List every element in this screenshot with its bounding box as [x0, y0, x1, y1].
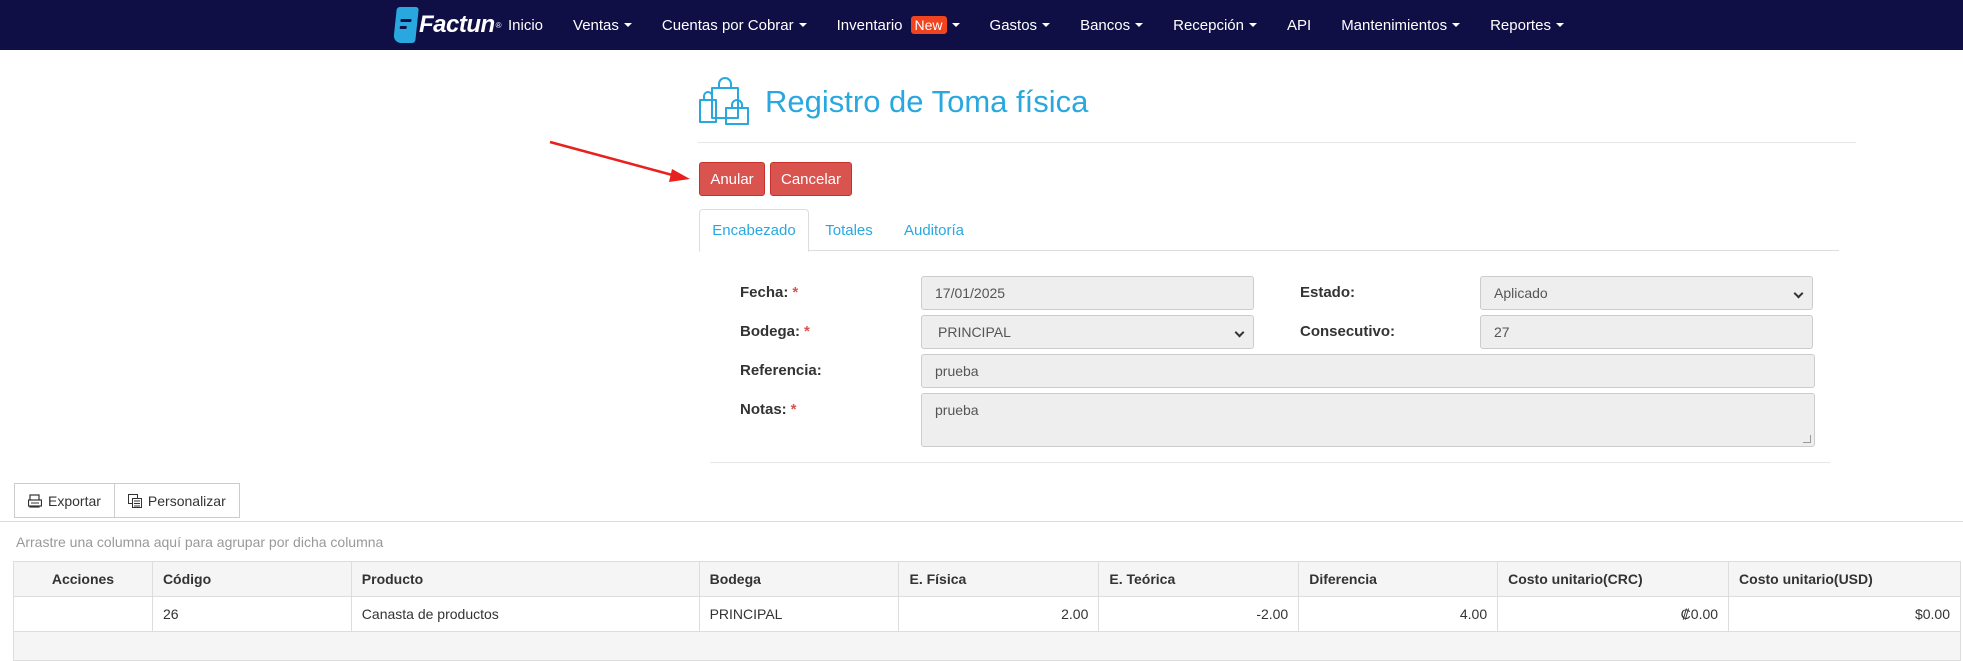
column-header-e-teorica[interactable]: E. Teórica: [1098, 561, 1300, 597]
nav-item-bancos[interactable]: Bancos: [1080, 17, 1144, 34]
caret-down-icon: [623, 23, 632, 27]
fecha-field[interactable]: 17/01/2025: [921, 276, 1254, 310]
column-header-acciones[interactable]: Acciones: [13, 561, 153, 597]
estado-select[interactable]: Aplicado: [1480, 276, 1813, 310]
tab-totales[interactable]: Totales: [811, 209, 887, 251]
nav-item-api[interactable]: API: [1287, 17, 1311, 34]
tab-encabezado[interactable]: Encabezado: [699, 209, 809, 252]
estado-label: Estado:: [1300, 284, 1356, 301]
chevron-down-icon: [1793, 288, 1804, 299]
brand-registered-mark: ®: [495, 20, 502, 30]
personalizar-button[interactable]: Personalizar: [114, 483, 240, 518]
tab-auditoria[interactable]: Auditoría: [889, 209, 979, 251]
cell-e-teorica: -2.00: [1098, 596, 1300, 632]
cell-codigo: 26: [151, 596, 352, 632]
column-header-bodega[interactable]: Bodega: [698, 561, 900, 597]
caret-down-icon: [1042, 23, 1051, 27]
cell-bodega: PRINCIPAL: [698, 596, 900, 632]
fecha-label: Fecha: *: [740, 284, 799, 301]
group-by-hint: Arrastre una columna aquí para agrupar p…: [16, 534, 384, 550]
nav-item-inventario[interactable]: Inventario New: [837, 16, 960, 34]
cancelar-button[interactable]: Cancelar: [770, 162, 852, 196]
chevron-down-icon: [1234, 327, 1245, 338]
caret-down-icon: [1135, 23, 1144, 27]
column-header-codigo[interactable]: Código: [151, 561, 352, 597]
brand-logo[interactable]: Factun ®: [393, 7, 502, 43]
caret-down-icon: [798, 23, 807, 27]
nav-item-cuentas-por-cobrar[interactable]: Cuentas por Cobrar: [662, 17, 807, 34]
cell-costo-crc: ₡0.00: [1497, 596, 1730, 632]
cell-diferencia: 4.00: [1298, 596, 1499, 632]
nav-item-ventas[interactable]: Ventas: [573, 17, 632, 34]
nav-item-inicio[interactable]: Inicio: [508, 17, 543, 34]
consecutivo-label: Consecutivo:: [1300, 323, 1396, 340]
required-marker: *: [792, 284, 799, 301]
column-header-diferencia[interactable]: Diferencia: [1298, 561, 1499, 597]
cell-costo-usd: $0.00: [1728, 596, 1961, 632]
resize-handle-icon[interactable]: [1803, 435, 1811, 443]
grid-footer: [13, 632, 1961, 661]
new-badge: New: [910, 16, 947, 34]
grid-header-row: Acciones Código Producto Bodega E. Físic…: [13, 561, 1961, 597]
tab-bar: Encabezado Totales Auditoría: [699, 209, 1839, 252]
notas-label: Notas: *: [740, 401, 797, 418]
export-icon: [28, 493, 42, 508]
top-navbar: Factun ® Inicio Ventas Cuentas por Cobra…: [0, 0, 1963, 50]
required-marker: *: [790, 401, 797, 418]
grid-divider: [0, 521, 1963, 522]
anular-button[interactable]: Anular: [699, 162, 765, 196]
title-divider: [698, 142, 1856, 143]
grid-toolbar: Exportar Personalizar: [14, 483, 240, 518]
caret-down-icon: [1249, 23, 1257, 27]
brand-name: Factun: [419, 11, 495, 38]
caret-down-icon: [951, 23, 960, 27]
caret-down-icon: [1555, 23, 1564, 27]
factun-logo-icon: [393, 7, 419, 43]
required-marker: *: [804, 323, 810, 340]
column-header-costo-crc[interactable]: Costo unitario(CRC): [1497, 561, 1730, 597]
referencia-field[interactable]: prueba: [921, 354, 1815, 388]
referencia-label: Referencia:: [740, 362, 822, 379]
exportar-button[interactable]: Exportar: [14, 483, 115, 518]
column-header-costo-usd[interactable]: Costo unitario(USD): [1728, 561, 1961, 597]
nav-item-gastos[interactable]: Gastos: [990, 17, 1051, 34]
column-header-e-fisica[interactable]: E. Física: [898, 561, 1100, 597]
cell-producto: Canasta de productos: [350, 596, 700, 632]
cell-e-fisica: 2.00: [898, 596, 1100, 632]
notas-textarea[interactable]: prueba: [921, 393, 1815, 447]
form-divider: [710, 462, 1830, 463]
caret-down-icon: [1452, 23, 1461, 27]
data-grid: Acciones Código Producto Bodega E. Físic…: [13, 561, 1961, 632]
nav-item-mantenimientos[interactable]: Mantenimientos: [1341, 17, 1461, 34]
table-row[interactable]: 26 Canasta de productos PRINCIPAL 2.00 -…: [13, 596, 1961, 632]
nav-menu: Inicio Ventas Cuentas por Cobrar Inventa…: [508, 0, 1594, 50]
bodega-select[interactable]: PRINCIPAL: [921, 315, 1254, 349]
cell-acciones: [13, 596, 153, 632]
bodega-label: Bodega: *: [740, 323, 810, 340]
page-header: Registro de Toma física: [698, 76, 1088, 128]
consecutivo-field[interactable]: 27: [1480, 315, 1813, 349]
nav-item-recepcion[interactable]: Recepción: [1173, 17, 1257, 34]
column-header-producto[interactable]: Producto: [350, 561, 700, 597]
shopping-bags-icon: [699, 77, 749, 125]
nav-item-reportes[interactable]: Reportes: [1490, 17, 1564, 34]
columns-icon: [127, 493, 142, 508]
page-title: Registro de Toma física: [765, 84, 1089, 119]
